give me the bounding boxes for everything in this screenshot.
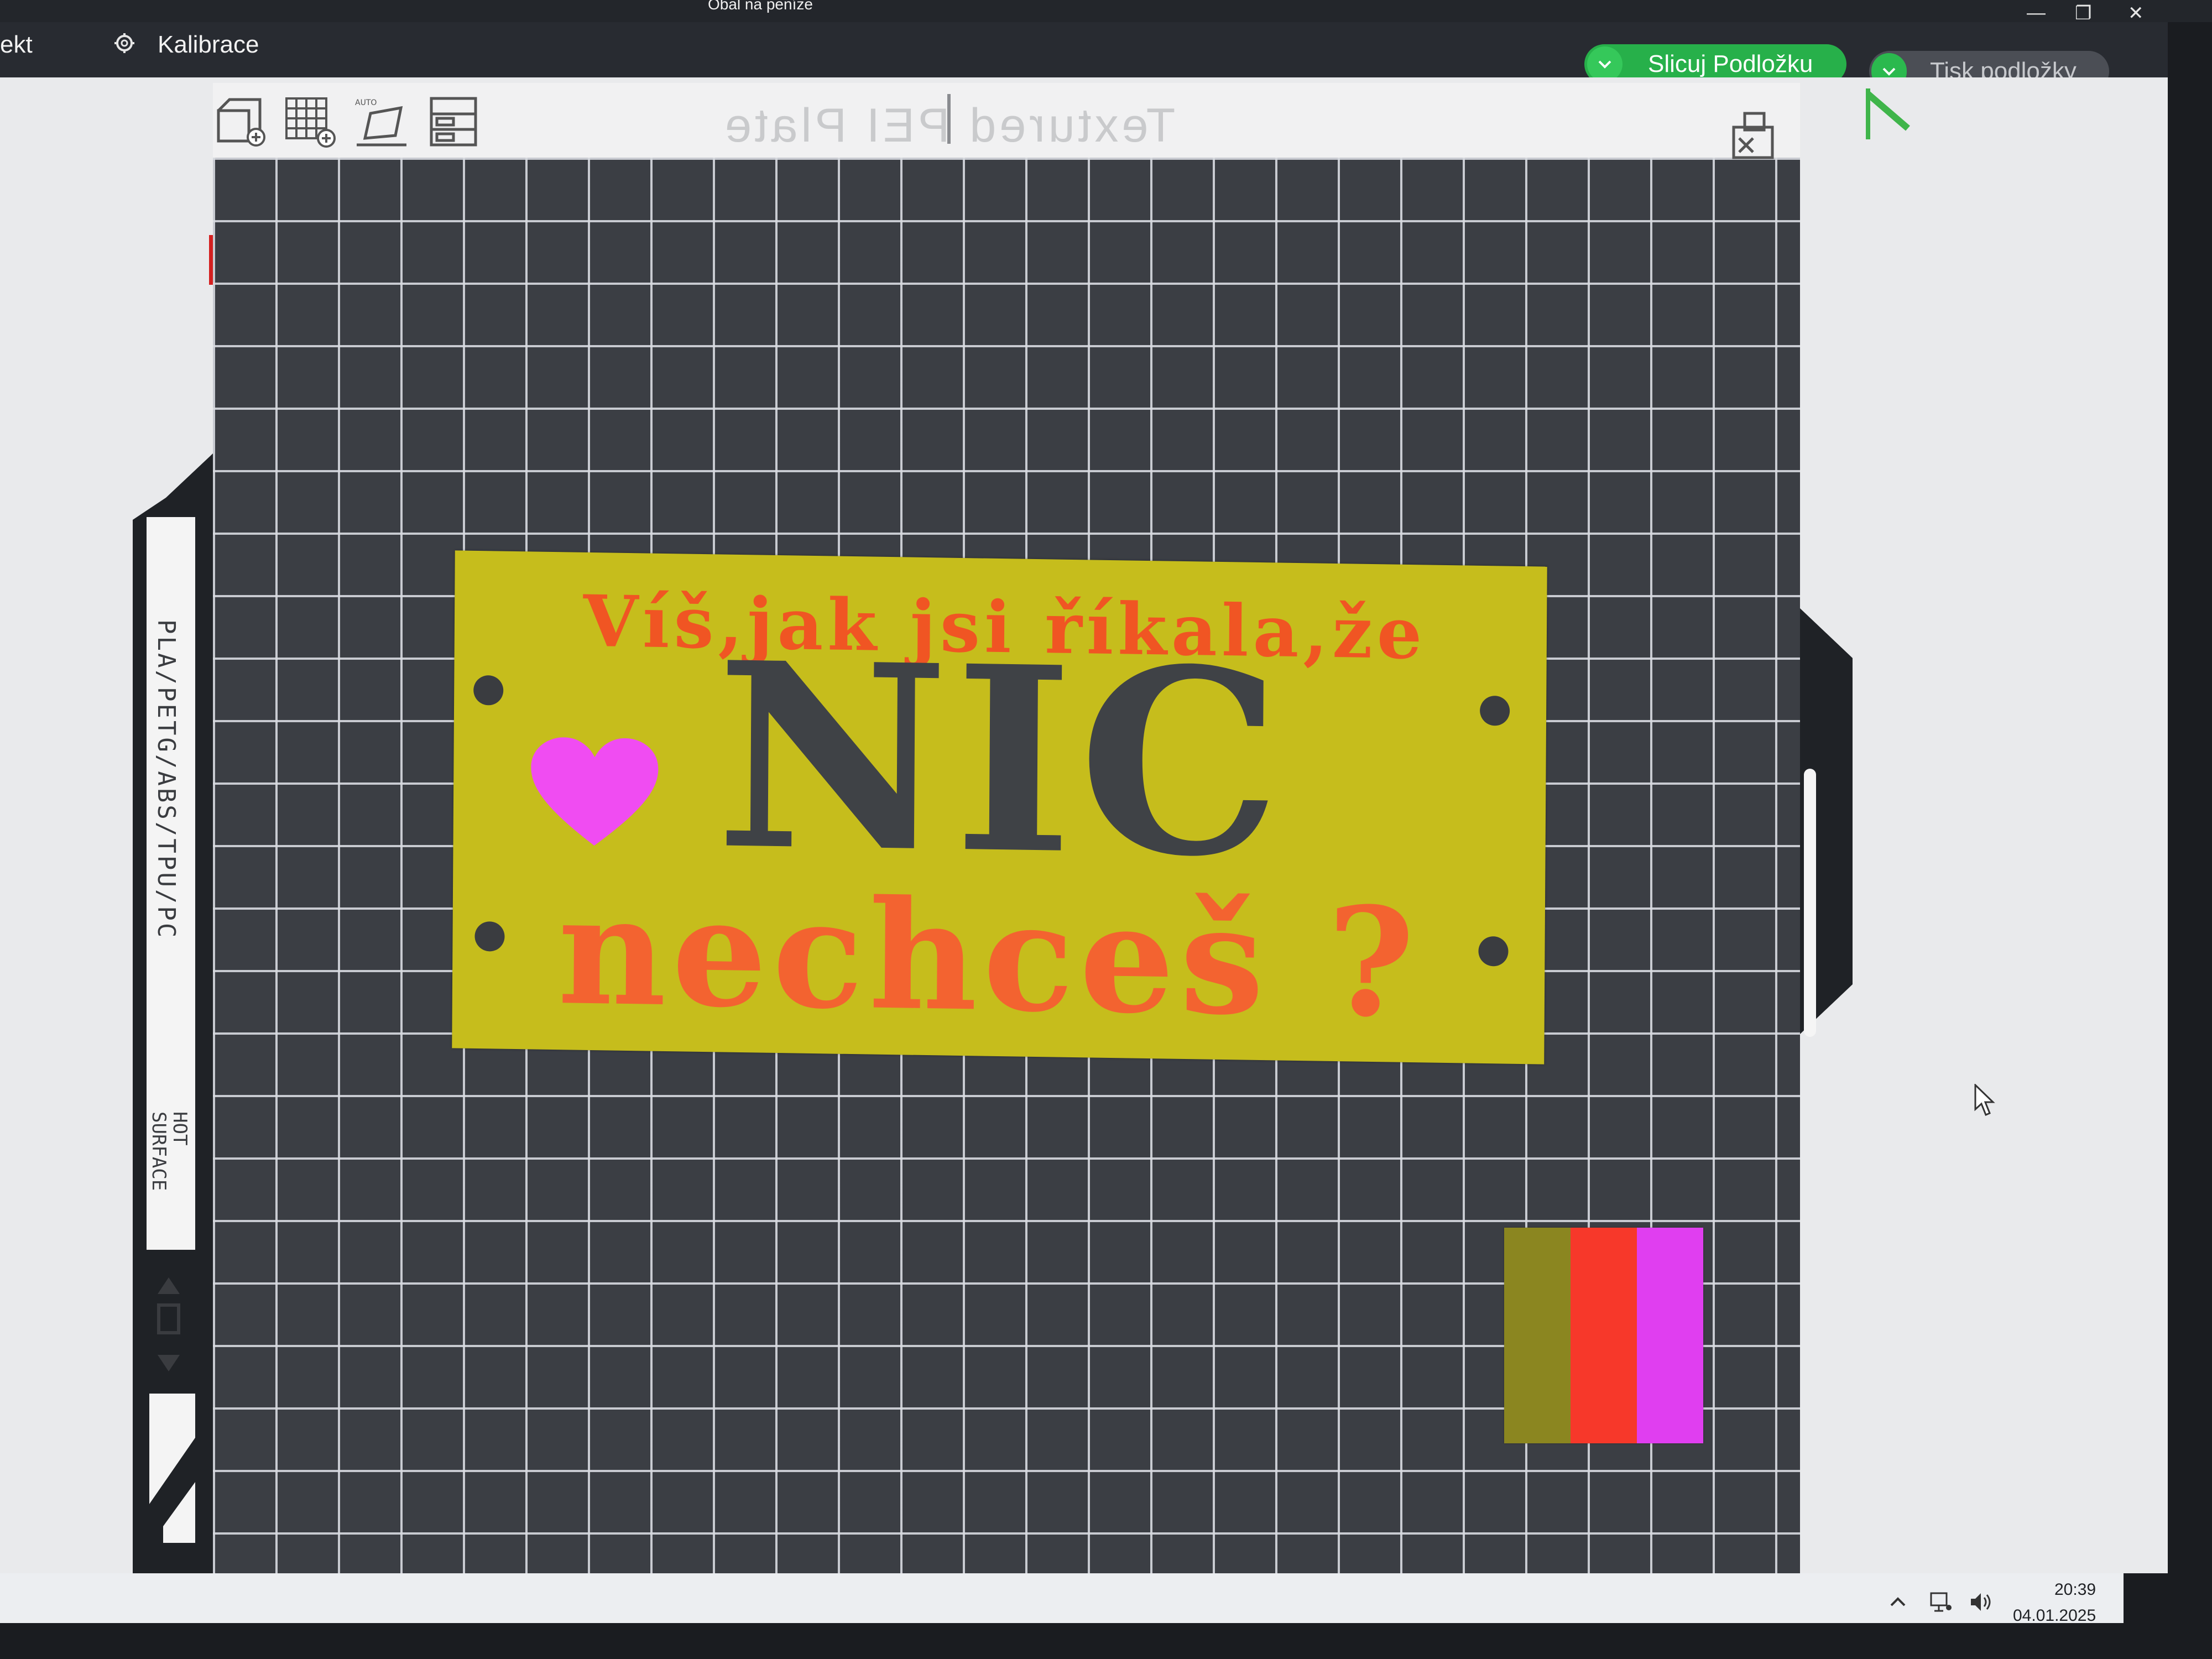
network-icon[interactable] xyxy=(1929,1590,1953,1614)
hot-label-line1: HOT xyxy=(169,1112,191,1146)
hot-surface-label: HOT SURFACE xyxy=(148,1112,191,1191)
volume-icon[interactable] xyxy=(1969,1590,1993,1614)
auto-orient-icon[interactable]: AUTO xyxy=(354,94,409,149)
minimize-icon[interactable]: — xyxy=(2027,2,2046,24)
heart-icon xyxy=(531,737,659,846)
taskbar xyxy=(0,1573,2124,1623)
plate-settings-icon[interactable] xyxy=(1728,105,1778,160)
plate-material-label: PLA/PETG/ABS/TPU/PC xyxy=(152,619,180,940)
arrange-icon[interactable] xyxy=(426,94,481,149)
swatch-red xyxy=(1571,1228,1637,1443)
clock-date[interactable]: 04.01.2025 xyxy=(2013,1606,2096,1625)
close-icon[interactable]: ✕ xyxy=(2128,2,2144,24)
add-plate-icon[interactable] xyxy=(282,94,337,149)
monitor-bezel-bottom xyxy=(0,1623,2212,1659)
add-object-icon[interactable] xyxy=(213,94,268,149)
mount-hole xyxy=(473,675,504,706)
chevron-down-icon xyxy=(1598,60,1611,69)
sign-model[interactable]: Víš,jak jsi říkala,že NIC nechceš ? xyxy=(452,550,1547,1065)
mount-hole xyxy=(1479,695,1510,726)
title-bar: Obal na peníze — ❐ ✕ xyxy=(0,0,2212,24)
mount-hole xyxy=(474,921,505,952)
swatch-olive xyxy=(1504,1228,1571,1443)
plate-orientation-icon xyxy=(157,1277,180,1371)
mount-hole xyxy=(1478,936,1509,967)
move-gizmo-icon xyxy=(1866,88,1910,139)
sign-text-line3: nechceš ? xyxy=(557,862,1421,1051)
plate-handle xyxy=(1804,769,1816,1037)
sign-text-line2: NIC xyxy=(714,607,1288,914)
color-swatch-model[interactable] xyxy=(1504,1228,1703,1443)
swatch-magenta xyxy=(1637,1228,1703,1443)
gear-icon xyxy=(114,33,134,53)
plate-chevron-icon xyxy=(149,1394,195,1548)
chevron-up-icon[interactable] xyxy=(1886,1590,1910,1614)
slice-dropdown[interactable] xyxy=(1587,46,1623,82)
hot-label-line2: SURFACE xyxy=(148,1112,170,1191)
restore-icon[interactable]: ❐ xyxy=(2075,2,2091,24)
menu-calibration[interactable]: Kalibrace xyxy=(158,31,259,59)
svg-text:AUTO: AUTO xyxy=(355,98,377,107)
mouse-cursor-icon xyxy=(1974,1084,1995,1116)
plate-toolbar: AUTO Textured PEI Plate xyxy=(213,83,1800,158)
clock-time[interactable]: 20:39 xyxy=(2054,1580,2096,1599)
menu-project[interactable]: ekt xyxy=(0,31,33,59)
window-title: Obal na peníze xyxy=(708,0,813,13)
toolbar-separator xyxy=(947,94,951,144)
